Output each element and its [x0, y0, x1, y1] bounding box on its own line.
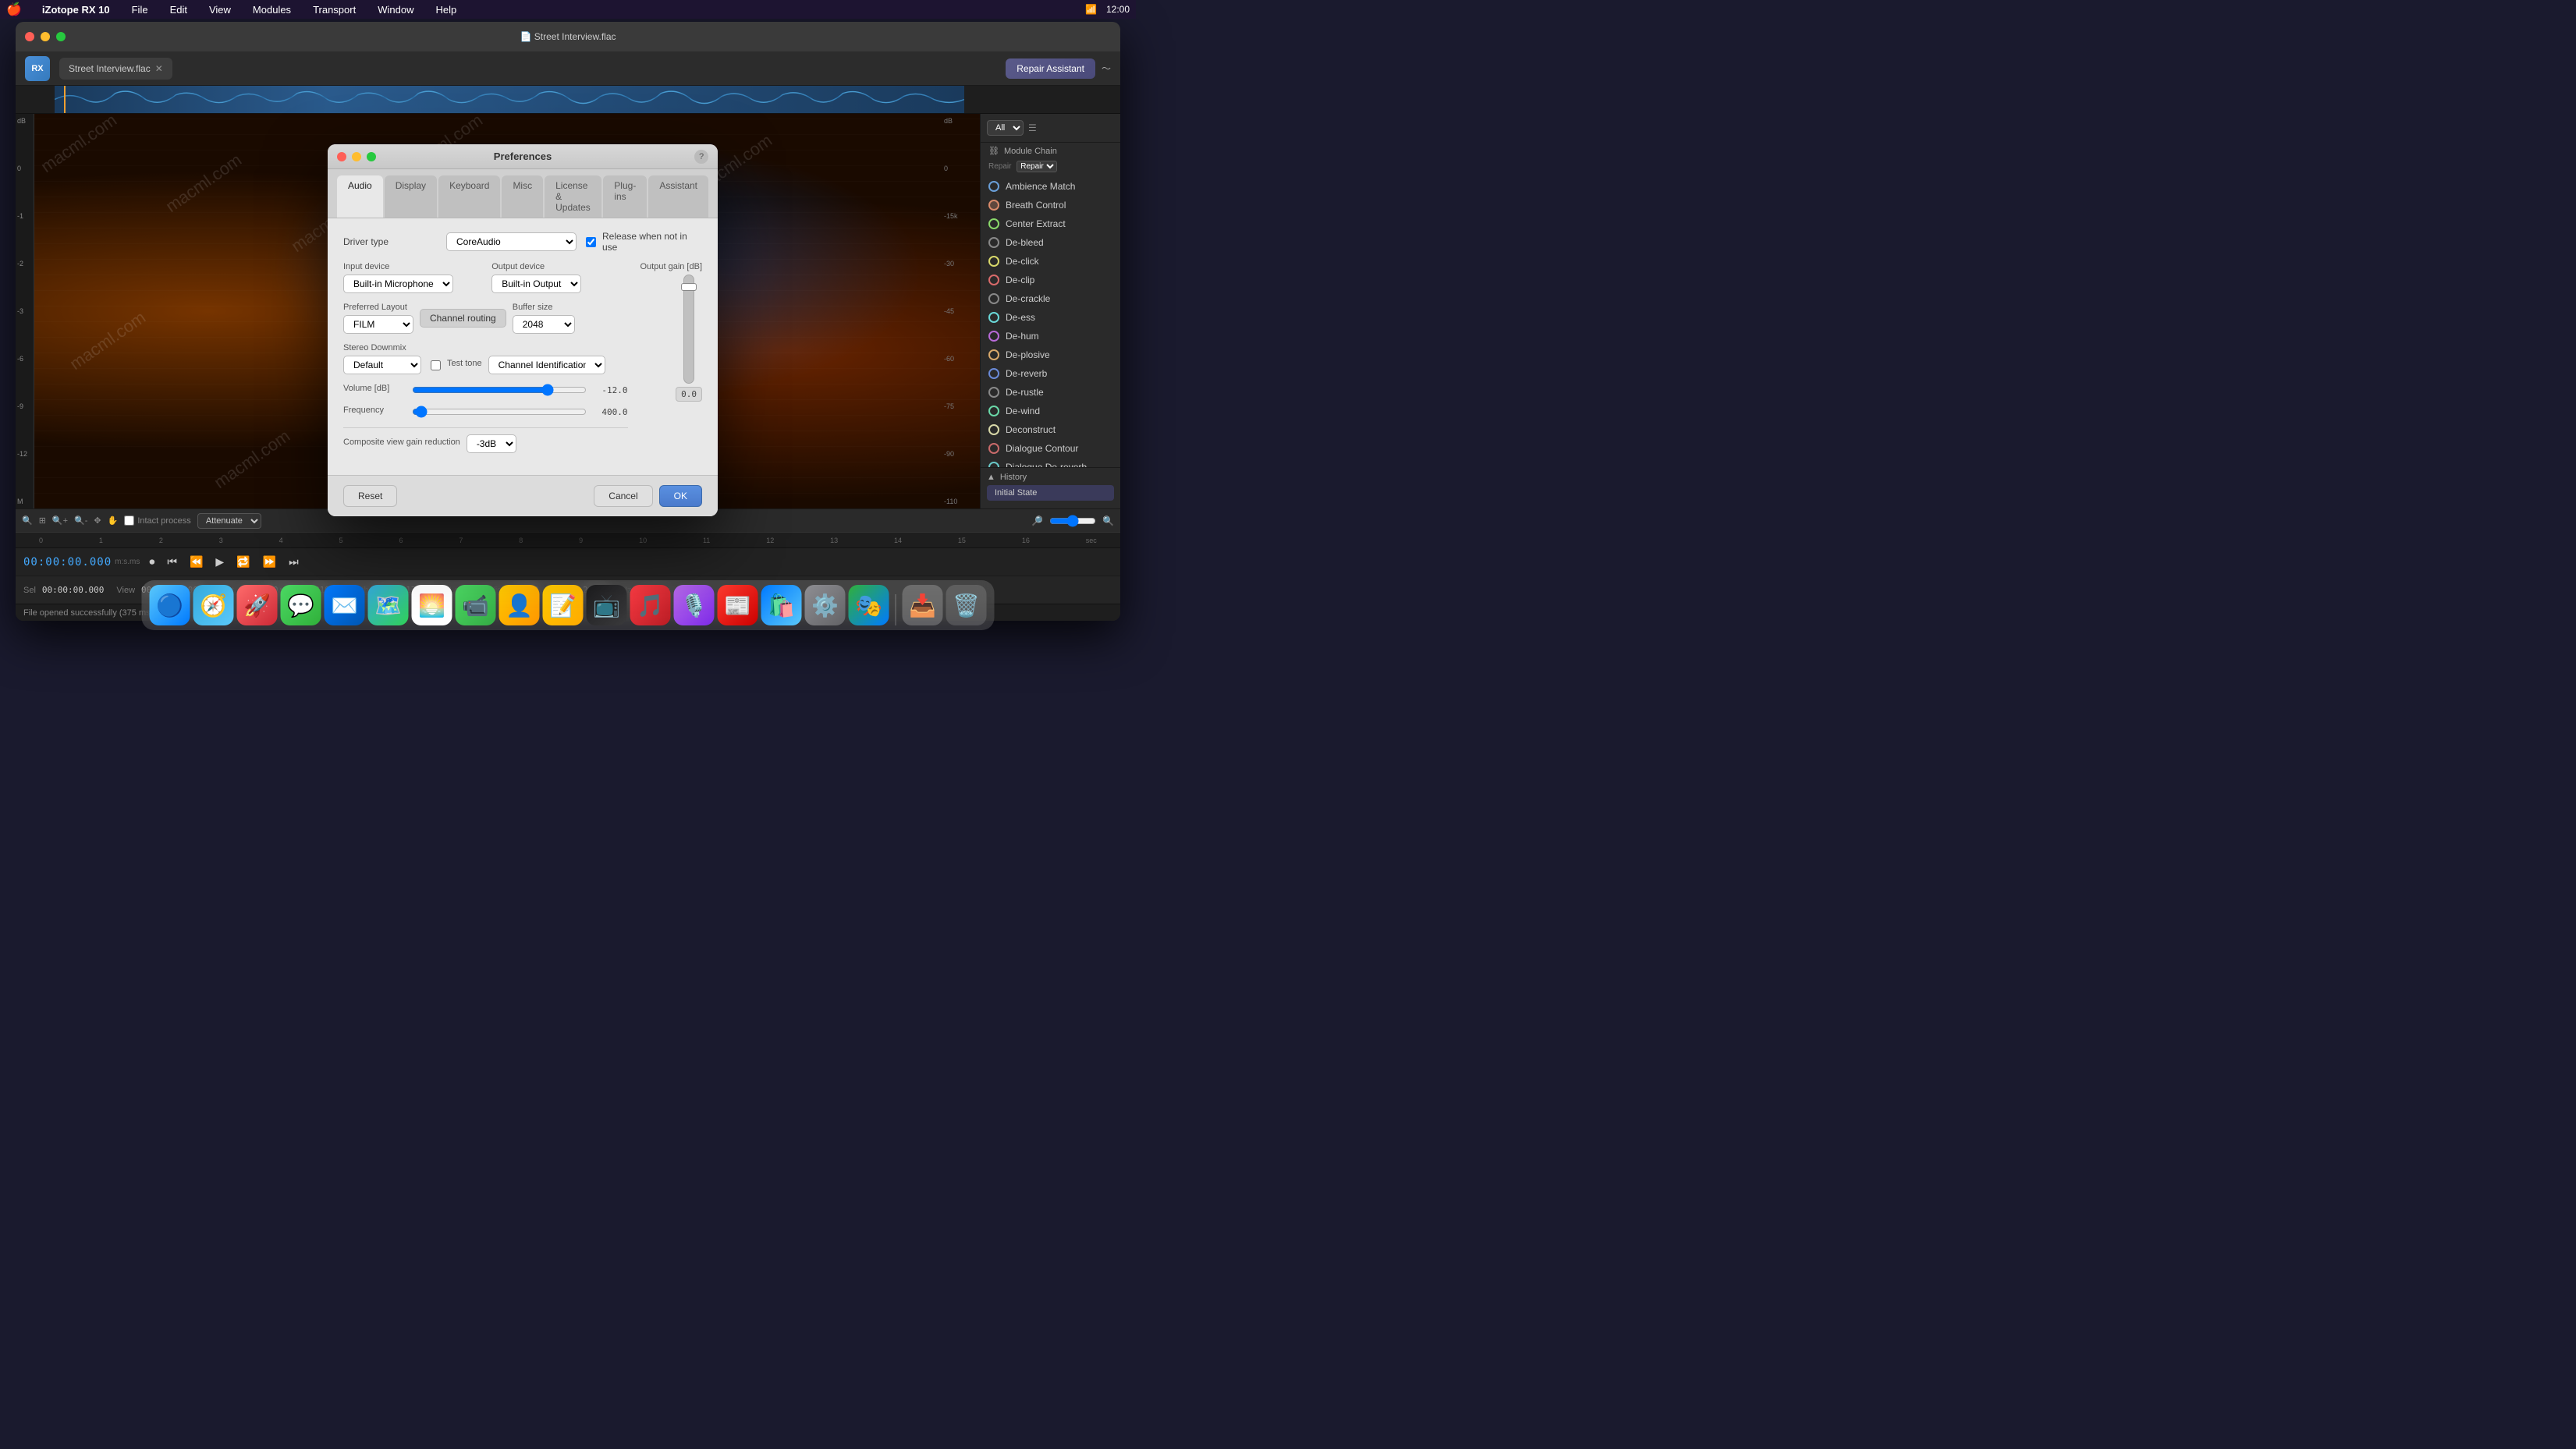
tab-license-updates[interactable]: License & Updates: [545, 175, 601, 218]
frequency-label: Frequency: [343, 406, 406, 415]
preferred-layout-label: Preferred Layout: [343, 303, 413, 312]
release-checkbox[interactable]: [586, 237, 596, 247]
output-gain-label: Output gain [dB]: [640, 262, 703, 271]
frequency-slider[interactable]: [412, 406, 587, 418]
channel-routing-button[interactable]: Channel routing: [420, 309, 506, 328]
driver-type-row: Driver type CoreAudio Release when not i…: [343, 231, 702, 253]
tab-assistant[interactable]: Assistant: [648, 175, 708, 218]
output-device-label: Output device: [491, 262, 627, 271]
pref-title: Preferences: [494, 151, 552, 162]
input-device-label: Input device: [343, 262, 479, 271]
output-gain-section: Output gain [dB] 0.0: [640, 262, 703, 462]
tab-keyboard[interactable]: Keyboard: [438, 175, 500, 218]
layout-routing-buffer-row: Preferred Layout FILM Channel routing Bu…: [343, 303, 628, 334]
device-section: Input device Built-in Microphone Output …: [343, 262, 628, 462]
gain-slider-thumb: [681, 283, 697, 291]
frequency-value: 400.0: [593, 407, 628, 417]
pref-help-button[interactable]: ?: [694, 150, 708, 164]
stereo-downmix-label: Stereo Downmix: [343, 343, 421, 353]
test-tone-type-select[interactable]: Channel Identification: [488, 356, 605, 374]
composite-gain-select[interactable]: -3dB: [467, 434, 516, 453]
gain-slider-container: 0.0: [676, 275, 702, 402]
section-divider: [343, 427, 628, 428]
tab-misc[interactable]: Misc: [502, 175, 543, 218]
reset-button[interactable]: Reset: [343, 485, 397, 507]
buffer-size-select[interactable]: 2048: [513, 315, 575, 334]
tab-plug-ins[interactable]: Plug-ins: [603, 175, 647, 218]
tab-display[interactable]: Display: [385, 175, 437, 218]
volume-slider[interactable]: [412, 384, 587, 396]
pref-maximize-button[interactable]: [367, 152, 376, 161]
tab-audio[interactable]: Audio: [337, 175, 383, 218]
device-row: Input device Built-in Microphone Output …: [343, 262, 628, 293]
pref-footer: Reset Cancel OK: [328, 475, 718, 516]
pref-titlebar: Preferences ?: [328, 144, 718, 169]
pref-minimize-button[interactable]: [352, 152, 361, 161]
driver-type-label: Driver type: [343, 236, 437, 247]
test-tone-checkbox[interactable]: [431, 360, 441, 370]
cancel-button[interactable]: Cancel: [594, 485, 652, 507]
volume-value: -12.0: [593, 385, 628, 395]
input-device-group: Input device Built-in Microphone: [343, 262, 479, 293]
stereo-downmix-group: Stereo Downmix Default: [343, 343, 421, 374]
pref-window-controls: [337, 152, 376, 161]
device-gain-row: Input device Built-in Microphone Output …: [343, 262, 702, 462]
volume-row: Volume [dB] -12.0: [343, 384, 628, 396]
preferences-dialog: Preferences ? Audio Display Keyboard Mis…: [328, 144, 718, 516]
footer-right: Cancel OK: [594, 485, 702, 507]
dialog-overlay: Preferences ? Audio Display Keyboard Mis…: [0, 0, 2576, 1449]
pref-close-button[interactable]: [337, 152, 346, 161]
downmix-testtone-row: Stereo Downmix Default Test tone Channel…: [343, 343, 628, 374]
channel-routing-group: Channel routing: [420, 309, 506, 328]
output-device-group: Output device Built-in Output: [491, 262, 627, 293]
buffer-size-group: Buffer size 2048: [513, 303, 575, 334]
preferred-layout-select[interactable]: FILM: [343, 315, 413, 334]
ok-button[interactable]: OK: [659, 485, 702, 507]
test-tone-group: Test tone Channel Identification: [431, 356, 605, 374]
preferred-layout-group: Preferred Layout FILM: [343, 303, 413, 334]
buffer-size-label: Buffer size: [513, 303, 575, 312]
release-label: Release when not in use: [602, 231, 702, 253]
volume-label: Volume [dB]: [343, 384, 406, 393]
composite-gain-label: Composite view gain reduction: [343, 438, 460, 447]
frequency-row: Frequency 400.0: [343, 406, 628, 418]
pref-content: Driver type CoreAudio Release when not i…: [328, 218, 718, 475]
pref-tabs: Audio Display Keyboard Misc License & Up…: [328, 169, 718, 218]
test-tone-label: Test tone: [447, 359, 482, 368]
composite-row: Composite view gain reduction -3dB: [343, 434, 628, 453]
gain-slider-track[interactable]: [683, 275, 694, 384]
stereo-downmix-select[interactable]: Default: [343, 356, 421, 374]
release-checkbox-row: Release when not in use: [586, 231, 702, 253]
input-device-select[interactable]: Built-in Microphone: [343, 275, 453, 293]
driver-type-select[interactable]: CoreAudio: [446, 232, 577, 251]
output-device-select[interactable]: Built-in Output: [491, 275, 581, 293]
gain-value: 0.0: [676, 387, 702, 402]
